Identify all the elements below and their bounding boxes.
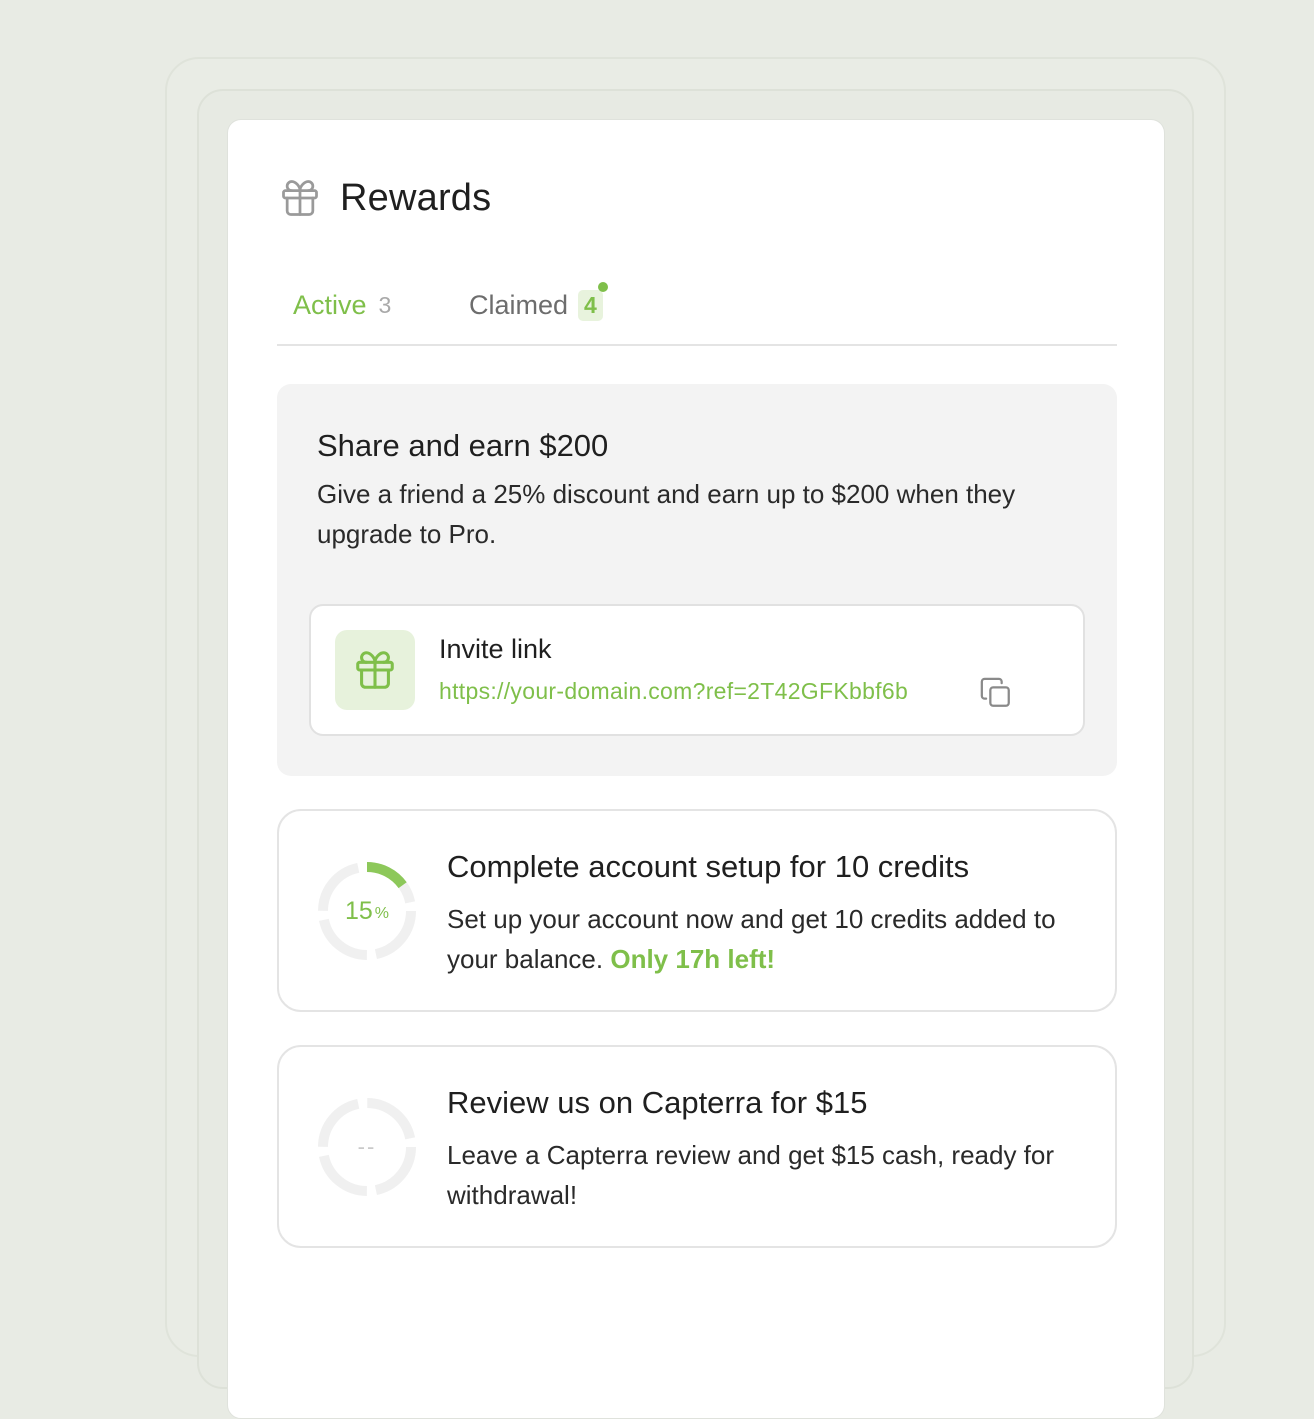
task-card-account-setup[interactable]: 15% Complete account setup for 10 credit… — [277, 809, 1117, 1012]
notification-dot — [597, 282, 608, 292]
tab-claimed-badge: 4 — [578, 282, 608, 321]
tab-claimed-label: Claimed — [469, 290, 569, 320]
rewards-panel: Rewards Active 3 Claimed 4 Share and ear… — [227, 119, 1165, 1419]
invite-label: Invite link — [439, 634, 552, 664]
invite-link-box: Invite link https://your-domain.com?ref=… — [309, 604, 1085, 736]
copy-icon[interactable] — [979, 676, 1013, 710]
progress-ring: -- — [315, 1095, 419, 1199]
tab-active[interactable]: Active 3 — [293, 290, 391, 321]
task-title: Complete account setup for 10 credits — [447, 849, 970, 884]
panel-header: Rewards — [278, 176, 491, 220]
task-description: Leave a Capterra review and get $15 cash… — [447, 1140, 1055, 1210]
progress-value: 15% — [315, 859, 419, 963]
gift-icon — [282, 180, 318, 216]
time-left-highlight: Only 17h left! — [610, 944, 776, 974]
share-description: Give a friend a 25% discount and earn up… — [317, 479, 1016, 549]
tab-claimed[interactable]: Claimed 4 — [469, 282, 608, 321]
page-title: Rewards — [340, 176, 492, 219]
invite-icon-box — [335, 630, 415, 710]
task-card-capterra-review[interactable]: -- Review us on Capterra for $15 Leave a… — [277, 1045, 1117, 1248]
progress-unit: % — [374, 905, 390, 922]
progress-value: -- — [357, 1134, 377, 1159]
tab-active-count: 3 — [378, 292, 392, 318]
progress-ring: 15% — [315, 859, 419, 963]
gift-icon — [356, 651, 394, 689]
invite-url[interactable]: https://your-domain.com?ref=2T42GFKbbf6b — [439, 678, 908, 705]
share-title: Share and earn $200 — [317, 428, 609, 463]
reward-tabs: Active 3 Claimed 4 — [277, 282, 1117, 346]
share-card: Share and earn $200 Give a friend a 25% … — [277, 384, 1117, 776]
progress-number: 15 — [344, 896, 373, 925]
tab-claimed-count: 4 — [584, 292, 597, 318]
tab-active-label: Active — [293, 290, 367, 320]
task-title: Review us on Capterra for $15 — [447, 1085, 868, 1120]
task-description: Set up your account now and get 10 credi… — [447, 899, 1087, 979]
